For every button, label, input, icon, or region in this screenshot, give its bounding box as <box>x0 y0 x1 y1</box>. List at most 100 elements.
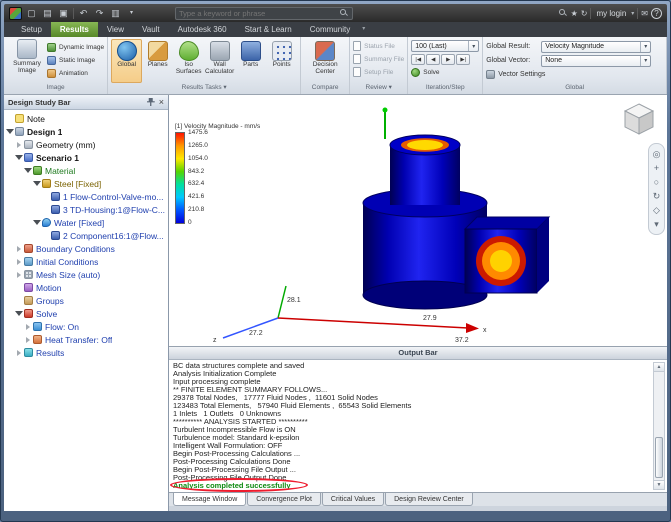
scroll-up-icon[interactable]: ▲ <box>654 363 664 372</box>
tab-setup[interactable]: Setup <box>12 22 51 37</box>
summary-file-button[interactable]: Summary File <box>353 53 404 65</box>
tree-item-part-2[interactable]: 2 Component16:1@Flow... <box>4 229 168 242</box>
group-label-review[interactable]: Review ▾ <box>350 83 407 94</box>
scroll-down-icon[interactable]: ▼ <box>654 480 664 489</box>
vector-settings-button[interactable]: Vector Settings <box>486 68 663 81</box>
last-iteration-button[interactable]: ▶| <box>456 54 471 65</box>
tree-item-solve[interactable]: Solve <box>4 307 168 320</box>
print-icon[interactable]: ▥ <box>109 7 122 20</box>
first-iteration-button[interactable]: |◀ <box>411 54 426 65</box>
tab-view[interactable]: View <box>98 22 133 37</box>
close-icon[interactable]: × <box>159 98 164 107</box>
tab-critical-values[interactable]: Critical Values <box>321 493 385 506</box>
parts-button[interactable]: Parts <box>235 39 266 83</box>
expand-arrow-icon[interactable] <box>15 142 23 148</box>
tree-item-heat-transfer[interactable]: Heat Transfer: Off <box>4 333 168 346</box>
group-label-results-tasks[interactable]: Results Tasks ▾ <box>108 83 300 94</box>
pin-icon[interactable] <box>146 98 155 106</box>
previous-iteration-button[interactable]: ◀ <box>426 54 441 65</box>
expand-arrow-icon[interactable] <box>24 324 32 330</box>
decision-center-button[interactable]: Decision Center <box>304 39 346 83</box>
points-button[interactable]: Points <box>266 39 297 83</box>
tree-item-geometry[interactable]: Geometry (mm) <box>4 138 168 151</box>
expand-arrow-icon[interactable] <box>15 272 23 278</box>
app-icon[interactable] <box>9 6 22 20</box>
login-chevron-down-icon[interactable]: ▾ <box>631 10 634 17</box>
tab-message-window[interactable]: Message Window <box>173 493 247 506</box>
static-image-button[interactable]: Static Image <box>47 54 104 66</box>
tree-item-mesh-size[interactable]: Mesh Size (auto) <box>4 268 168 281</box>
iso-surfaces-button[interactable]: Iso Surfaces <box>173 39 204 83</box>
global-results-button[interactable]: Global <box>111 39 143 83</box>
scrollbar-track[interactable] <box>654 372 664 480</box>
tab-community[interactable]: Community <box>301 22 359 37</box>
search-icon[interactable] <box>339 8 349 18</box>
tree-item-note[interactable]: Note <box>4 112 168 125</box>
expand-arrow-icon[interactable] <box>15 155 23 160</box>
scrollbar-thumb[interactable] <box>655 436 663 478</box>
planes-button[interactable]: Planes <box>142 39 173 83</box>
favorites-star-icon[interactable]: ★ <box>571 7 578 20</box>
new-file-icon[interactable]: ▢ <box>25 7 38 20</box>
next-iteration-button[interactable]: ▶ <box>441 54 456 65</box>
tab-convergence-plot[interactable]: Convergence Plot <box>247 493 321 506</box>
output-bar-body[interactable]: BC data structures complete and saved An… <box>169 360 667 492</box>
tree-item-results[interactable]: Results <box>4 346 168 359</box>
open-icon[interactable]: ▤ <box>41 7 54 20</box>
tree-item-motion[interactable]: Motion <box>4 281 168 294</box>
steering-wheel-icon[interactable]: ◎ <box>653 149 661 159</box>
keyword-search-input[interactable] <box>179 8 339 18</box>
output-bar-header[interactable]: Output Bar <box>169 347 667 360</box>
chevron-down-icon[interactable] <box>640 55 650 66</box>
look-at-icon[interactable]: ◇ <box>653 205 660 215</box>
expand-arrow-icon[interactable] <box>15 311 23 316</box>
tree-item-design-1[interactable]: Design 1 <box>4 125 168 138</box>
output-scrollbar[interactable]: ▲ ▼ <box>653 362 665 490</box>
tab-results[interactable]: Results <box>50 22 98 37</box>
expand-arrow-icon[interactable] <box>33 181 41 186</box>
solve-button[interactable]: Solve <box>411 68 479 77</box>
animation-button[interactable]: Animation <box>47 67 104 79</box>
expand-arrow-icon[interactable] <box>24 337 32 343</box>
setup-file-button[interactable]: Setup File <box>353 66 404 78</box>
orbit-icon[interactable]: ↻ <box>653 191 661 201</box>
status-file-button[interactable]: Status File <box>353 40 404 52</box>
global-vector-select[interactable]: None <box>541 54 652 67</box>
tree-item-water[interactable]: Water [Fixed] <box>4 216 168 229</box>
login-label[interactable]: my login <box>594 9 628 18</box>
wall-calculator-button[interactable]: Wall Calculator <box>204 39 235 83</box>
tree-item-steel[interactable]: Steel [Fixed] <box>4 177 168 190</box>
qat-customize-icon[interactable]: ▾ <box>125 7 138 20</box>
redo-icon[interactable]: ↷ <box>93 7 106 20</box>
tree-item-initial-conditions[interactable]: Initial Conditions <box>4 255 168 268</box>
tree-item-part-1[interactable]: 1 Flow-Control-Valve-mo... <box>4 190 168 203</box>
expand-arrow-icon[interactable] <box>15 259 23 265</box>
summary-image-button[interactable]: Summary Image <box>7 39 47 83</box>
expand-arrow-icon[interactable] <box>24 168 32 173</box>
viewport-3d[interactable]: [1] Velocity Magnitude - mm/s 1475.6 126… <box>169 95 667 347</box>
tab-autodesk-360[interactable]: Autodesk 360 <box>169 22 236 37</box>
expand-arrow-icon[interactable] <box>33 220 41 225</box>
chevron-down-icon[interactable] <box>468 41 478 51</box>
sync-icon[interactable]: ↻ <box>581 7 588 20</box>
tree-item-flow[interactable]: Flow: On <box>4 320 168 333</box>
tree-item-part-3[interactable]: 3 TD-Housing:1@Flow-C... <box>4 203 168 216</box>
expand-arrow-icon[interactable] <box>15 350 23 356</box>
tab-design-review-center[interactable]: Design Review Center <box>385 493 473 506</box>
save-icon[interactable]: ▣ <box>57 7 70 20</box>
global-result-select[interactable]: Velocity Magnitude <box>541 40 652 53</box>
undo-icon[interactable]: ↶ <box>77 7 90 20</box>
titlebar-search-icon[interactable] <box>558 8 568 18</box>
keyword-search-box[interactable] <box>175 6 353 20</box>
navbar-more-icon[interactable]: ▾ <box>654 219 659 229</box>
tree-item-material[interactable]: Material <box>4 164 168 177</box>
chevron-down-icon[interactable] <box>640 41 650 52</box>
expand-arrow-icon[interactable] <box>15 246 23 252</box>
tab-vault[interactable]: Vault <box>133 22 169 37</box>
zoom-icon[interactable]: ○ <box>654 177 659 187</box>
pan-icon[interactable]: + <box>654 163 659 173</box>
tree-item-scenario-1[interactable]: Scenario 1 <box>4 151 168 164</box>
help-icon[interactable]: ? <box>651 7 662 19</box>
communication-icon[interactable]: ✉ <box>641 7 648 20</box>
tabs-overflow-icon[interactable]: ▾ <box>359 22 365 37</box>
